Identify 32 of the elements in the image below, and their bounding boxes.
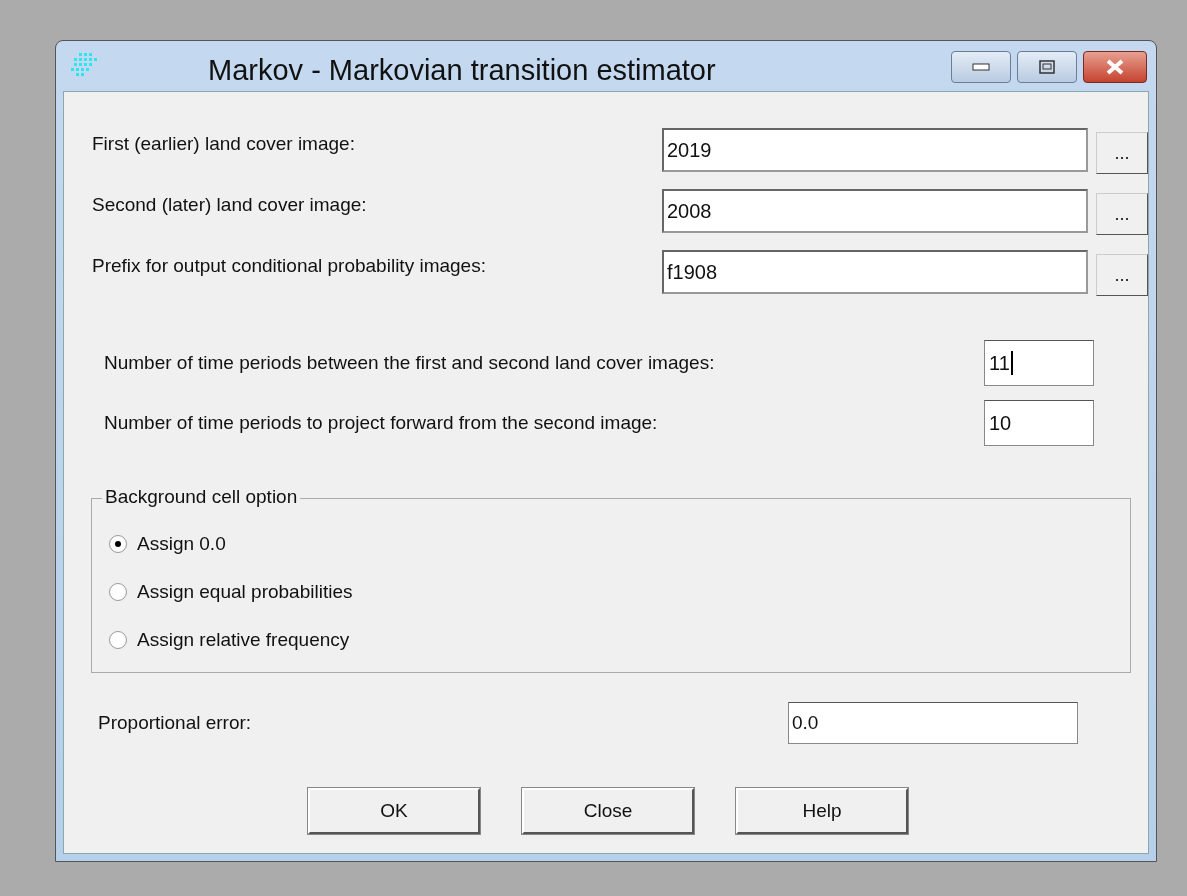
input-field[interactable]: f1908 <box>662 250 1088 294</box>
input-field[interactable]: 2019 <box>662 128 1088 172</box>
input-field[interactable]: 11 <box>984 340 1094 386</box>
minimize-icon <box>972 63 990 71</box>
field-label: Second (later) land cover image: <box>92 193 368 217</box>
radio-label: Assign relative frequency <box>137 627 350 652</box>
app-icon <box>71 53 97 77</box>
input-field[interactable]: 10 <box>984 400 1094 446</box>
browse-button[interactable]: ... <box>1096 132 1148 174</box>
window-title: Markov - Markovian transition estimator <box>208 53 716 88</box>
browse-button[interactable]: ... <box>1096 254 1148 296</box>
help-button[interactable]: Help <box>736 788 908 834</box>
radio-button[interactable] <box>109 631 127 649</box>
radio-label: Assign equal probabilities <box>137 579 353 604</box>
input-field[interactable]: 0.0 <box>788 702 1078 744</box>
field-label: Proportional error: <box>98 710 252 735</box>
radio-button[interactable] <box>109 535 127 553</box>
radio-label: Assign 0.0 <box>137 531 226 556</box>
field-label: Number of time periods between the first and second land cover images: <box>104 350 715 375</box>
field-label: Prefix for output conditional probability images: <box>92 254 487 278</box>
input-field[interactable]: 2008 <box>662 189 1088 233</box>
field-label: First (earlier) land cover image: <box>92 132 356 156</box>
maximize-button[interactable] <box>1017 51 1077 83</box>
close-button[interactable] <box>1083 51 1147 83</box>
minimize-button[interactable] <box>951 51 1011 83</box>
close-button[interactable]: Close <box>522 788 694 834</box>
ok-button[interactable]: OK <box>308 788 480 834</box>
radio-button[interactable] <box>109 583 127 601</box>
field-label: Number of time periods to project forward from the second image: <box>104 410 658 435</box>
browse-button[interactable]: ... <box>1096 193 1148 235</box>
close-icon <box>1105 59 1125 75</box>
maximize-icon <box>1039 60 1055 74</box>
